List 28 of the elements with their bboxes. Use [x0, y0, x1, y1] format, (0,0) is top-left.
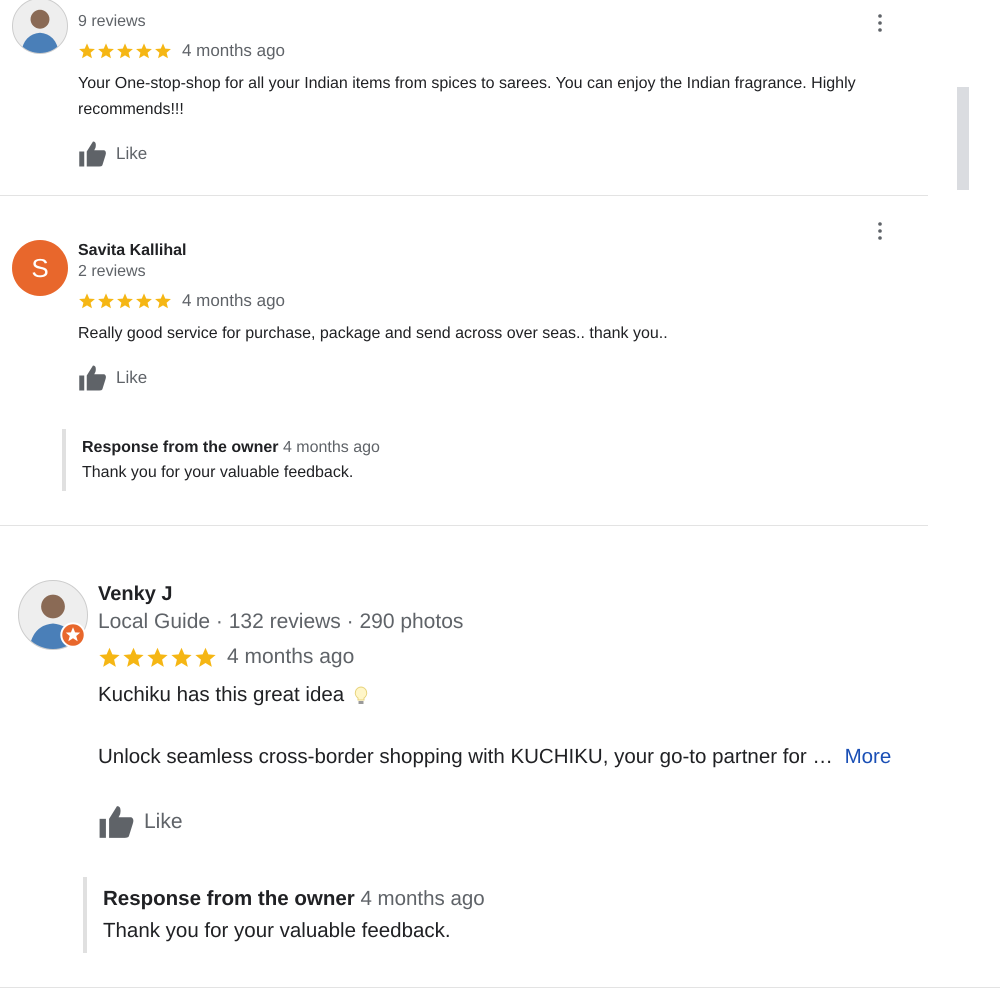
response-title: Response from the owner — [82, 439, 278, 456]
response-title: Response from the owner — [103, 887, 355, 910]
reviewer-meta: 2 reviews — [78, 262, 146, 282]
thumbs-up-icon — [78, 363, 108, 393]
review-text: Your One-stop-shop for all your Indian items from spices to sarees. You can enjoy the Indian fragrance. Highly recommends!!! — [78, 75, 856, 118]
review-text: Unlock seamless cross-border shopping with KUCHIKU, your go-to partner for … — [98, 745, 833, 768]
response-date: 4 months ago — [360, 887, 485, 910]
response-text: Thank you for your valuable feedback. — [82, 463, 354, 483]
like-button[interactable]: Like — [78, 139, 148, 169]
like-button[interactable]: Like — [98, 803, 183, 841]
thumbs-up-icon — [98, 803, 136, 841]
response-text: Thank you for your valuable feedback. — [103, 918, 452, 944]
reviewer-meta: 9 reviews — [78, 12, 146, 32]
reviewer-meta: Local Guide · 132 reviews · 290 photos — [98, 609, 464, 635]
review-date: 4 months ago — [227, 645, 354, 669]
lightbulb-icon — [354, 686, 368, 706]
review-date: 4 months ago — [182, 291, 286, 311]
reviewer-name[interactable]: Venky J — [98, 581, 173, 607]
review-text: Really good service for purchase, package and send across over seas.. thank you.. — [78, 325, 668, 342]
more-link[interactable]: More — [844, 745, 892, 768]
response-date: 4 months ago — [282, 439, 380, 456]
review-text: Kuchiku has this great idea — [98, 683, 344, 706]
scrollbar[interactable] — [957, 87, 969, 190]
reviewer-name[interactable]: Savita Kallihal — [78, 241, 186, 261]
review-date: 4 months ago — [182, 41, 286, 61]
avatar-initial: S — [12, 240, 68, 296]
thumbs-up-icon — [78, 139, 108, 169]
like-button[interactable]: Like — [78, 363, 148, 393]
